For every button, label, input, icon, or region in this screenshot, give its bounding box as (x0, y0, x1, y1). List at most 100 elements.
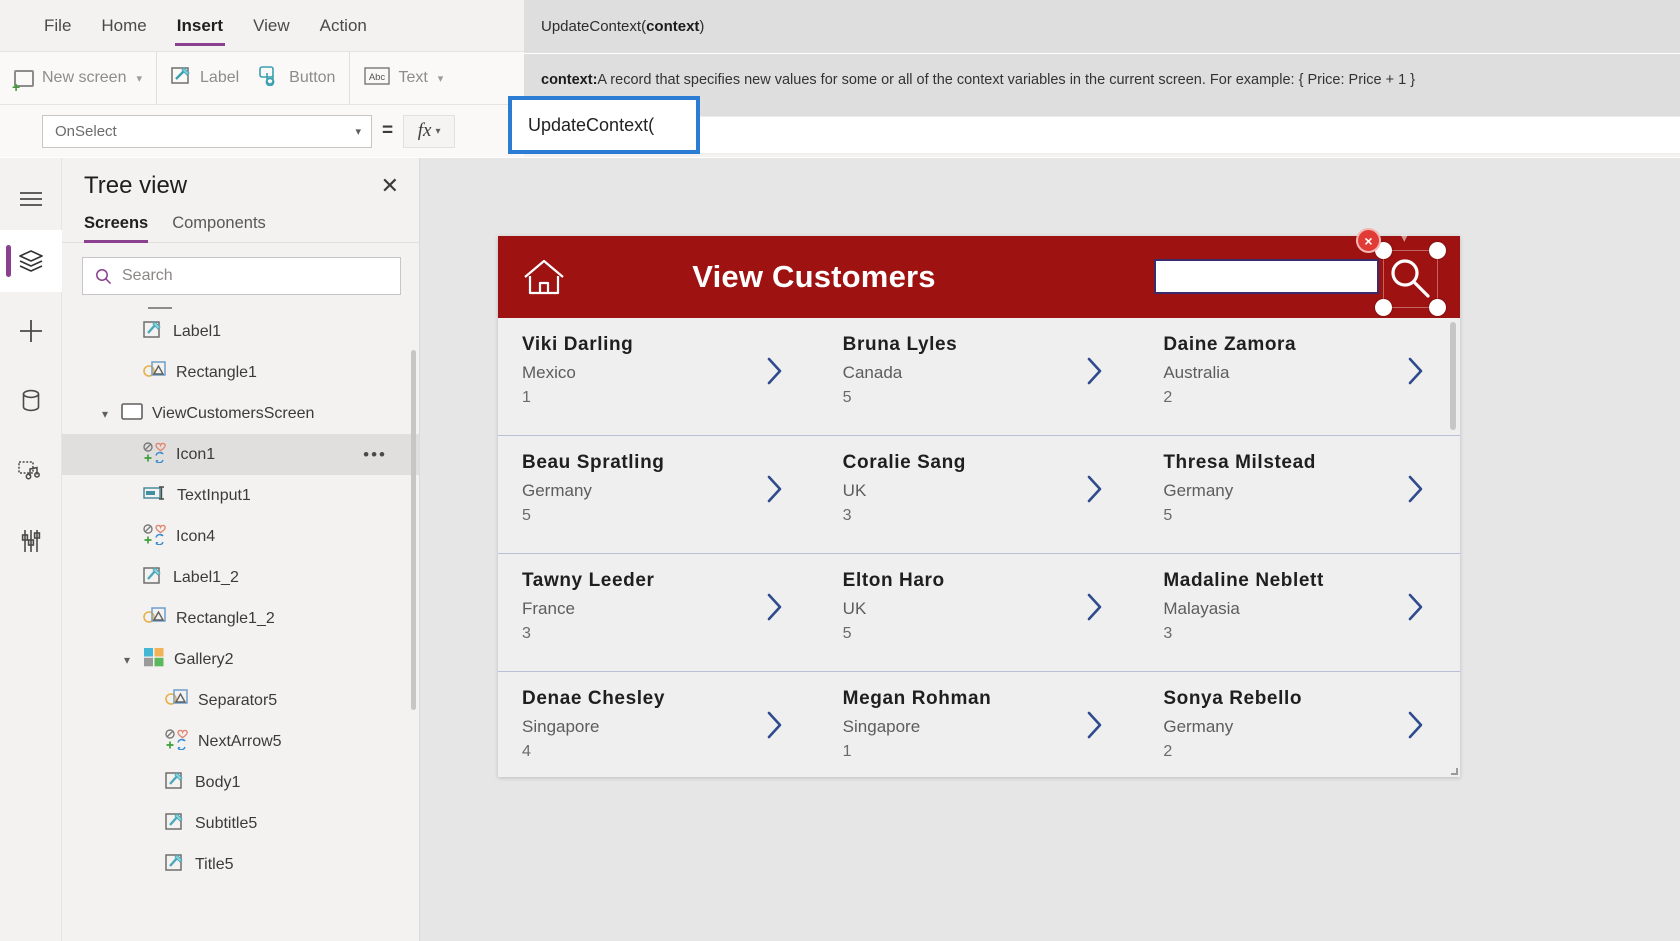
tree-node-label1[interactable]: Label1 (62, 311, 419, 352)
tab-components[interactable]: Components (172, 214, 266, 242)
customer-gallery[interactable]: Viki Darling Mexico 1 Bruna Lyles Canada 5 Dai… (498, 318, 1460, 777)
gallery-item[interactable]: Viki Darling Mexico 1 (498, 318, 819, 435)
insert-button-button[interactable]: Button (259, 65, 335, 91)
insert-rail-button[interactable] (0, 300, 62, 362)
data-rail-button[interactable] (0, 370, 62, 432)
tree-node-gallery2[interactable]: ▾ Gallery2 (62, 639, 419, 680)
app-header-bar: View Customers ▾ × (498, 228, 1460, 318)
more-options-icon[interactable]: ••• (363, 445, 387, 465)
screen-icon (121, 402, 143, 425)
gallery-item[interactable]: Tawny Leeder France 3 (498, 554, 819, 671)
gallery-item[interactable]: Daine Zamora Australia 2 (1139, 318, 1460, 435)
next-arrow-icon[interactable] (1407, 474, 1424, 504)
tree-search-box[interactable] (82, 257, 401, 295)
gallery-item[interactable]: Madaline Neblett Malayasia 3 (1139, 554, 1460, 671)
signature-arg: context (646, 18, 700, 35)
tree-node-title5[interactable]: Title5 (62, 844, 419, 871)
gallery-item[interactable]: Beau Spratling Germany 5 (498, 436, 819, 553)
chevron-down-icon[interactable]: ▾ (120, 653, 134, 667)
next-arrow-icon[interactable] (766, 474, 783, 504)
gallery-row[interactable]: Tawny Leeder France 3 Elton Haro UK 5 Madaline… (498, 554, 1460, 672)
search-icon-selected[interactable]: ▾ × (1356, 228, 1446, 316)
gallery-item[interactable]: Elton Haro UK 5 (819, 554, 1140, 671)
tree-node-label: Label1 (173, 322, 222, 340)
gallery-item-title: Elton Haro (842, 570, 945, 591)
gallery-item[interactable]: Bruna Lyles Canada 5 (819, 318, 1140, 435)
hamburger-menu-button[interactable] (0, 168, 62, 230)
next-arrow-icon[interactable] (1407, 356, 1424, 386)
tools-rail-button[interactable] (0, 510, 62, 572)
gallery-item[interactable]: Sonya Rebello Germany 2 (1139, 672, 1460, 777)
gallery-item[interactable]: Coralie Sang UK 3 (819, 436, 1140, 553)
tree-node-label: Gallery2 (174, 650, 234, 668)
tree-node-nextarrow5[interactable]: NextArrow5 (62, 721, 419, 762)
formula-input-container[interactable] (508, 96, 700, 154)
gallery-row[interactable]: Denae Chesley Singapore 4 Megan Rohman Singa… (498, 672, 1460, 777)
collapse-indicator[interactable] (148, 307, 172, 309)
next-arrow-icon[interactable] (766, 356, 783, 386)
abc-text-icon: Abc (364, 66, 391, 90)
next-arrow-icon[interactable] (1086, 474, 1103, 504)
resize-handle-bottom-left[interactable] (1375, 299, 1392, 316)
formula-input[interactable] (512, 114, 696, 136)
tree-node-label1_2[interactable]: Label1_2 (62, 557, 419, 598)
search-input[interactable] (122, 267, 388, 285)
next-arrow-icon[interactable] (766, 592, 783, 622)
resize-handle-bottom-right[interactable] (1429, 299, 1446, 316)
canvas-resize-handle[interactable] (1451, 768, 1458, 775)
tree-node-subtitle5[interactable]: Subtitle5 (62, 803, 419, 844)
resize-handle-top-right[interactable] (1429, 242, 1446, 259)
tree-node-icon1[interactable]: Icon1 ••• (62, 434, 419, 475)
property-selector[interactable]: OnSelect ▾ (42, 114, 372, 148)
gallery-item-body: 3 (1163, 625, 1173, 642)
tab-screens[interactable]: Screens (84, 214, 149, 243)
media-rail-button[interactable] (0, 440, 62, 502)
search-textinput[interactable] (1154, 259, 1379, 294)
gallery-item[interactable]: Denae Chesley Singapore 4 (498, 672, 819, 777)
menu-item-action[interactable]: Action (318, 12, 369, 40)
tree-node-rectangle1[interactable]: Rectangle1 (62, 352, 419, 393)
tree-node-body1[interactable]: Body1 (62, 762, 419, 803)
insert-label-button[interactable]: Label (171, 66, 239, 90)
gallery-item-body: 1 (522, 389, 531, 406)
new-screen-button[interactable]: New screen ▾ (12, 69, 142, 94)
next-arrow-icon[interactable] (1407, 710, 1424, 740)
shape-icon (165, 688, 189, 713)
gallery-item-title: Thresa Milstead (1163, 452, 1316, 473)
label-icon (171, 66, 192, 90)
next-arrow-icon[interactable] (766, 710, 783, 740)
fx-button[interactable]: fx ▾ (403, 114, 456, 148)
shape-icon (143, 606, 167, 631)
fx-icon: fx (417, 120, 432, 141)
next-arrow-icon[interactable] (1086, 710, 1103, 740)
gallery-item[interactable]: Megan Rohman Singapore 1 (819, 672, 1140, 777)
tree-node-icon4[interactable]: Icon4 (62, 516, 419, 557)
database-icon (22, 389, 39, 412)
gallery-item[interactable]: Thresa Milstead Germany 5 (1139, 436, 1460, 553)
tree-node-viewcustomersscreen[interactable]: ▾ ViewCustomersScreen (62, 393, 419, 434)
gallery-item-body: 1 (842, 743, 852, 760)
insert-text-button[interactable]: Abc Text ▾ (364, 66, 443, 90)
tree-node-separator5[interactable]: Separator5 (62, 680, 419, 721)
next-arrow-icon[interactable] (1407, 592, 1424, 622)
delete-selection-button[interactable]: × (1356, 228, 1381, 253)
menu-item-view[interactable]: View (251, 12, 292, 40)
gallery-item-body: 3 (522, 625, 531, 642)
tree-node-label: Body1 (195, 773, 241, 791)
menu-item-insert[interactable]: Insert (174, 12, 226, 46)
menu-item-file[interactable]: File (42, 12, 73, 40)
property-selector-value: OnSelect (55, 122, 117, 140)
tree-scrollbar[interactable] (411, 350, 416, 710)
gallery-row[interactable]: Beau Spratling Germany 5 Coralie Sang UK 3 Thr… (498, 436, 1460, 554)
next-arrow-icon[interactable] (1086, 592, 1103, 622)
chevron-down-icon[interactable]: ▾ (98, 407, 112, 421)
gallery-item-body: 5 (842, 625, 852, 642)
plus-icon (19, 320, 42, 342)
tree-node-rectangle1_2[interactable]: Rectangle1_2 (62, 598, 419, 639)
tree-node-textinput1[interactable]: TextInput1 (62, 475, 419, 516)
gallery-row[interactable]: Viki Darling Mexico 1 Bruna Lyles Canada 5 Dai… (498, 318, 1460, 436)
next-arrow-icon[interactable] (1086, 356, 1103, 386)
tree-view-rail-button[interactable] (0, 230, 62, 292)
menu-item-home[interactable]: Home (99, 12, 148, 40)
close-icon[interactable]: ✕ (381, 175, 399, 197)
